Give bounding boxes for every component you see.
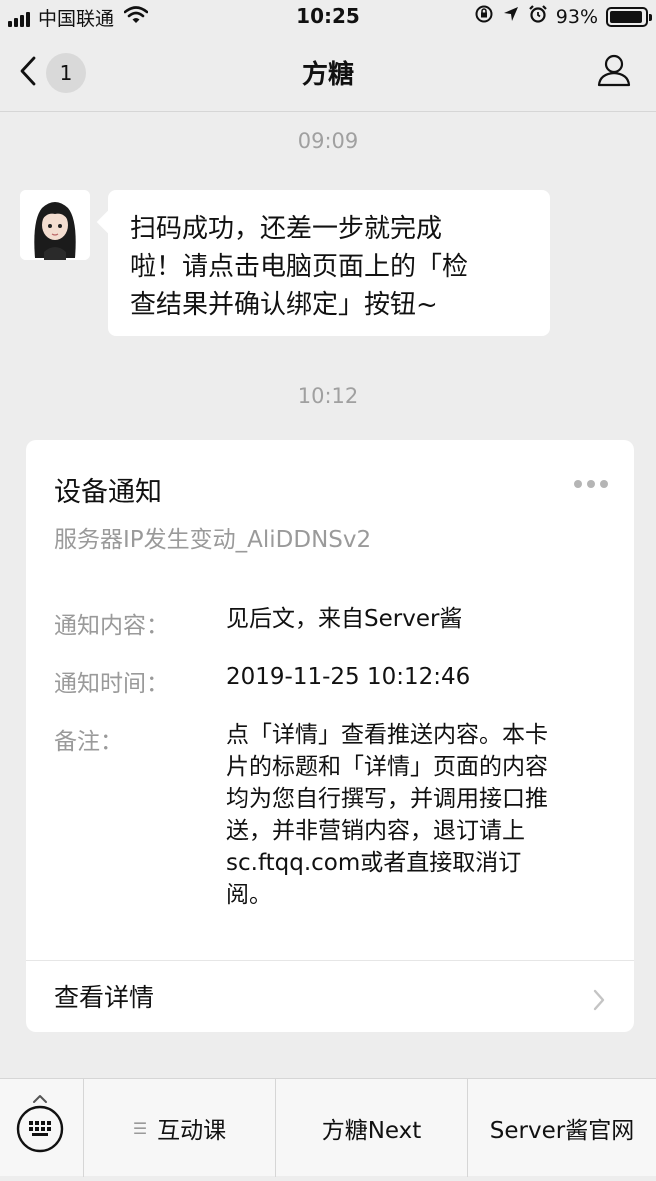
lock-rotation-icon bbox=[474, 4, 494, 29]
status-bar: 中国联通 10:25 93% bbox=[0, 0, 656, 34]
notification-card[interactable]: 设备通知 服务器IP发生变动_AliDDNSv2 通知内容： 见后文，来自Ser… bbox=[26, 440, 634, 1032]
menu-label: Server酱官网 bbox=[489, 1118, 635, 1144]
keyboard-icon bbox=[0, 1095, 84, 1181]
remark-value: 点「详情」查看推送内容。本卡 片的标题和「详情」页面的内容 均为您自行撰写，并调… bbox=[226, 719, 611, 911]
remark-line: 均为您自行撰写，并调用接口推 bbox=[226, 786, 548, 812]
remark-label: 备注： bbox=[54, 729, 123, 755]
menu-list-icon: ☰ bbox=[132, 1118, 148, 1138]
location-icon bbox=[502, 5, 520, 28]
message-timestamp: 10:12 bbox=[297, 384, 359, 408]
remark-line: sc.ftqq.com或者直接取消订 bbox=[226, 850, 522, 876]
bubble-line: 啦！请点击电脑页面上的「检 bbox=[130, 252, 469, 282]
message-bubble[interactable]: 扫码成功，还差一步就完成 啦！请点击电脑页面上的「检 查结果并确认绑定」按钮~ bbox=[108, 190, 550, 336]
content-label: 通知内容： bbox=[54, 613, 169, 639]
alarm-icon bbox=[528, 4, 548, 29]
content-value: 见后文，来自Server酱 bbox=[226, 606, 463, 632]
card-title: 设备通知 bbox=[54, 477, 162, 508]
menu-label: 互动课 bbox=[157, 1118, 227, 1144]
battery-icon bbox=[606, 6, 652, 27]
menu-item-serverchan-site[interactable]: Server酱官网 bbox=[468, 1079, 656, 1177]
bottom-menu-bar: ☰ 互动课 方糖Next Server酱官网 bbox=[0, 1078, 656, 1177]
profile-icon bbox=[596, 54, 632, 92]
nav-bar: 1 方糖 bbox=[0, 34, 656, 112]
battery-percent: 93% bbox=[555, 5, 598, 28]
time-label: 通知时间： bbox=[54, 671, 169, 697]
remark-line: 片的标题和「详情」页面的内容 bbox=[226, 754, 548, 780]
menu-item-interactive-class[interactable]: ☰ 互动课 bbox=[84, 1079, 276, 1177]
profile-button[interactable] bbox=[596, 52, 632, 92]
avatar[interactable] bbox=[20, 190, 90, 260]
view-details-link[interactable]: 查看详情 bbox=[54, 978, 154, 1014]
remark-line: 阅。 bbox=[226, 882, 272, 908]
keyboard-toggle-button[interactable] bbox=[0, 1079, 84, 1177]
status-right: 93% bbox=[474, 4, 652, 29]
remark-line: 送，并非营销内容，退订请上 bbox=[226, 818, 525, 844]
card-divider bbox=[26, 960, 634, 961]
message-timestamp: 09:09 bbox=[297, 129, 359, 153]
bubble-line: 查结果并确认绑定」按钮~ bbox=[130, 290, 438, 320]
chevron-right-icon[interactable] bbox=[592, 988, 606, 1016]
remark-line: 点「详情」查看推送内容。本卡 bbox=[226, 722, 548, 748]
bubble-line: 扫码成功，还差一步就完成 bbox=[130, 214, 443, 244]
menu-item-fangtang-next[interactable]: 方糖Next bbox=[276, 1079, 468, 1177]
menu-label: 方糖Next bbox=[321, 1118, 422, 1144]
time-value: 2019-11-25 10:12:46 bbox=[226, 664, 471, 690]
chat-title: 方糖 bbox=[301, 60, 354, 90]
more-icon[interactable] bbox=[574, 480, 608, 488]
card-subtitle: 服务器IP发生变动_AliDDNSv2 bbox=[54, 527, 372, 553]
